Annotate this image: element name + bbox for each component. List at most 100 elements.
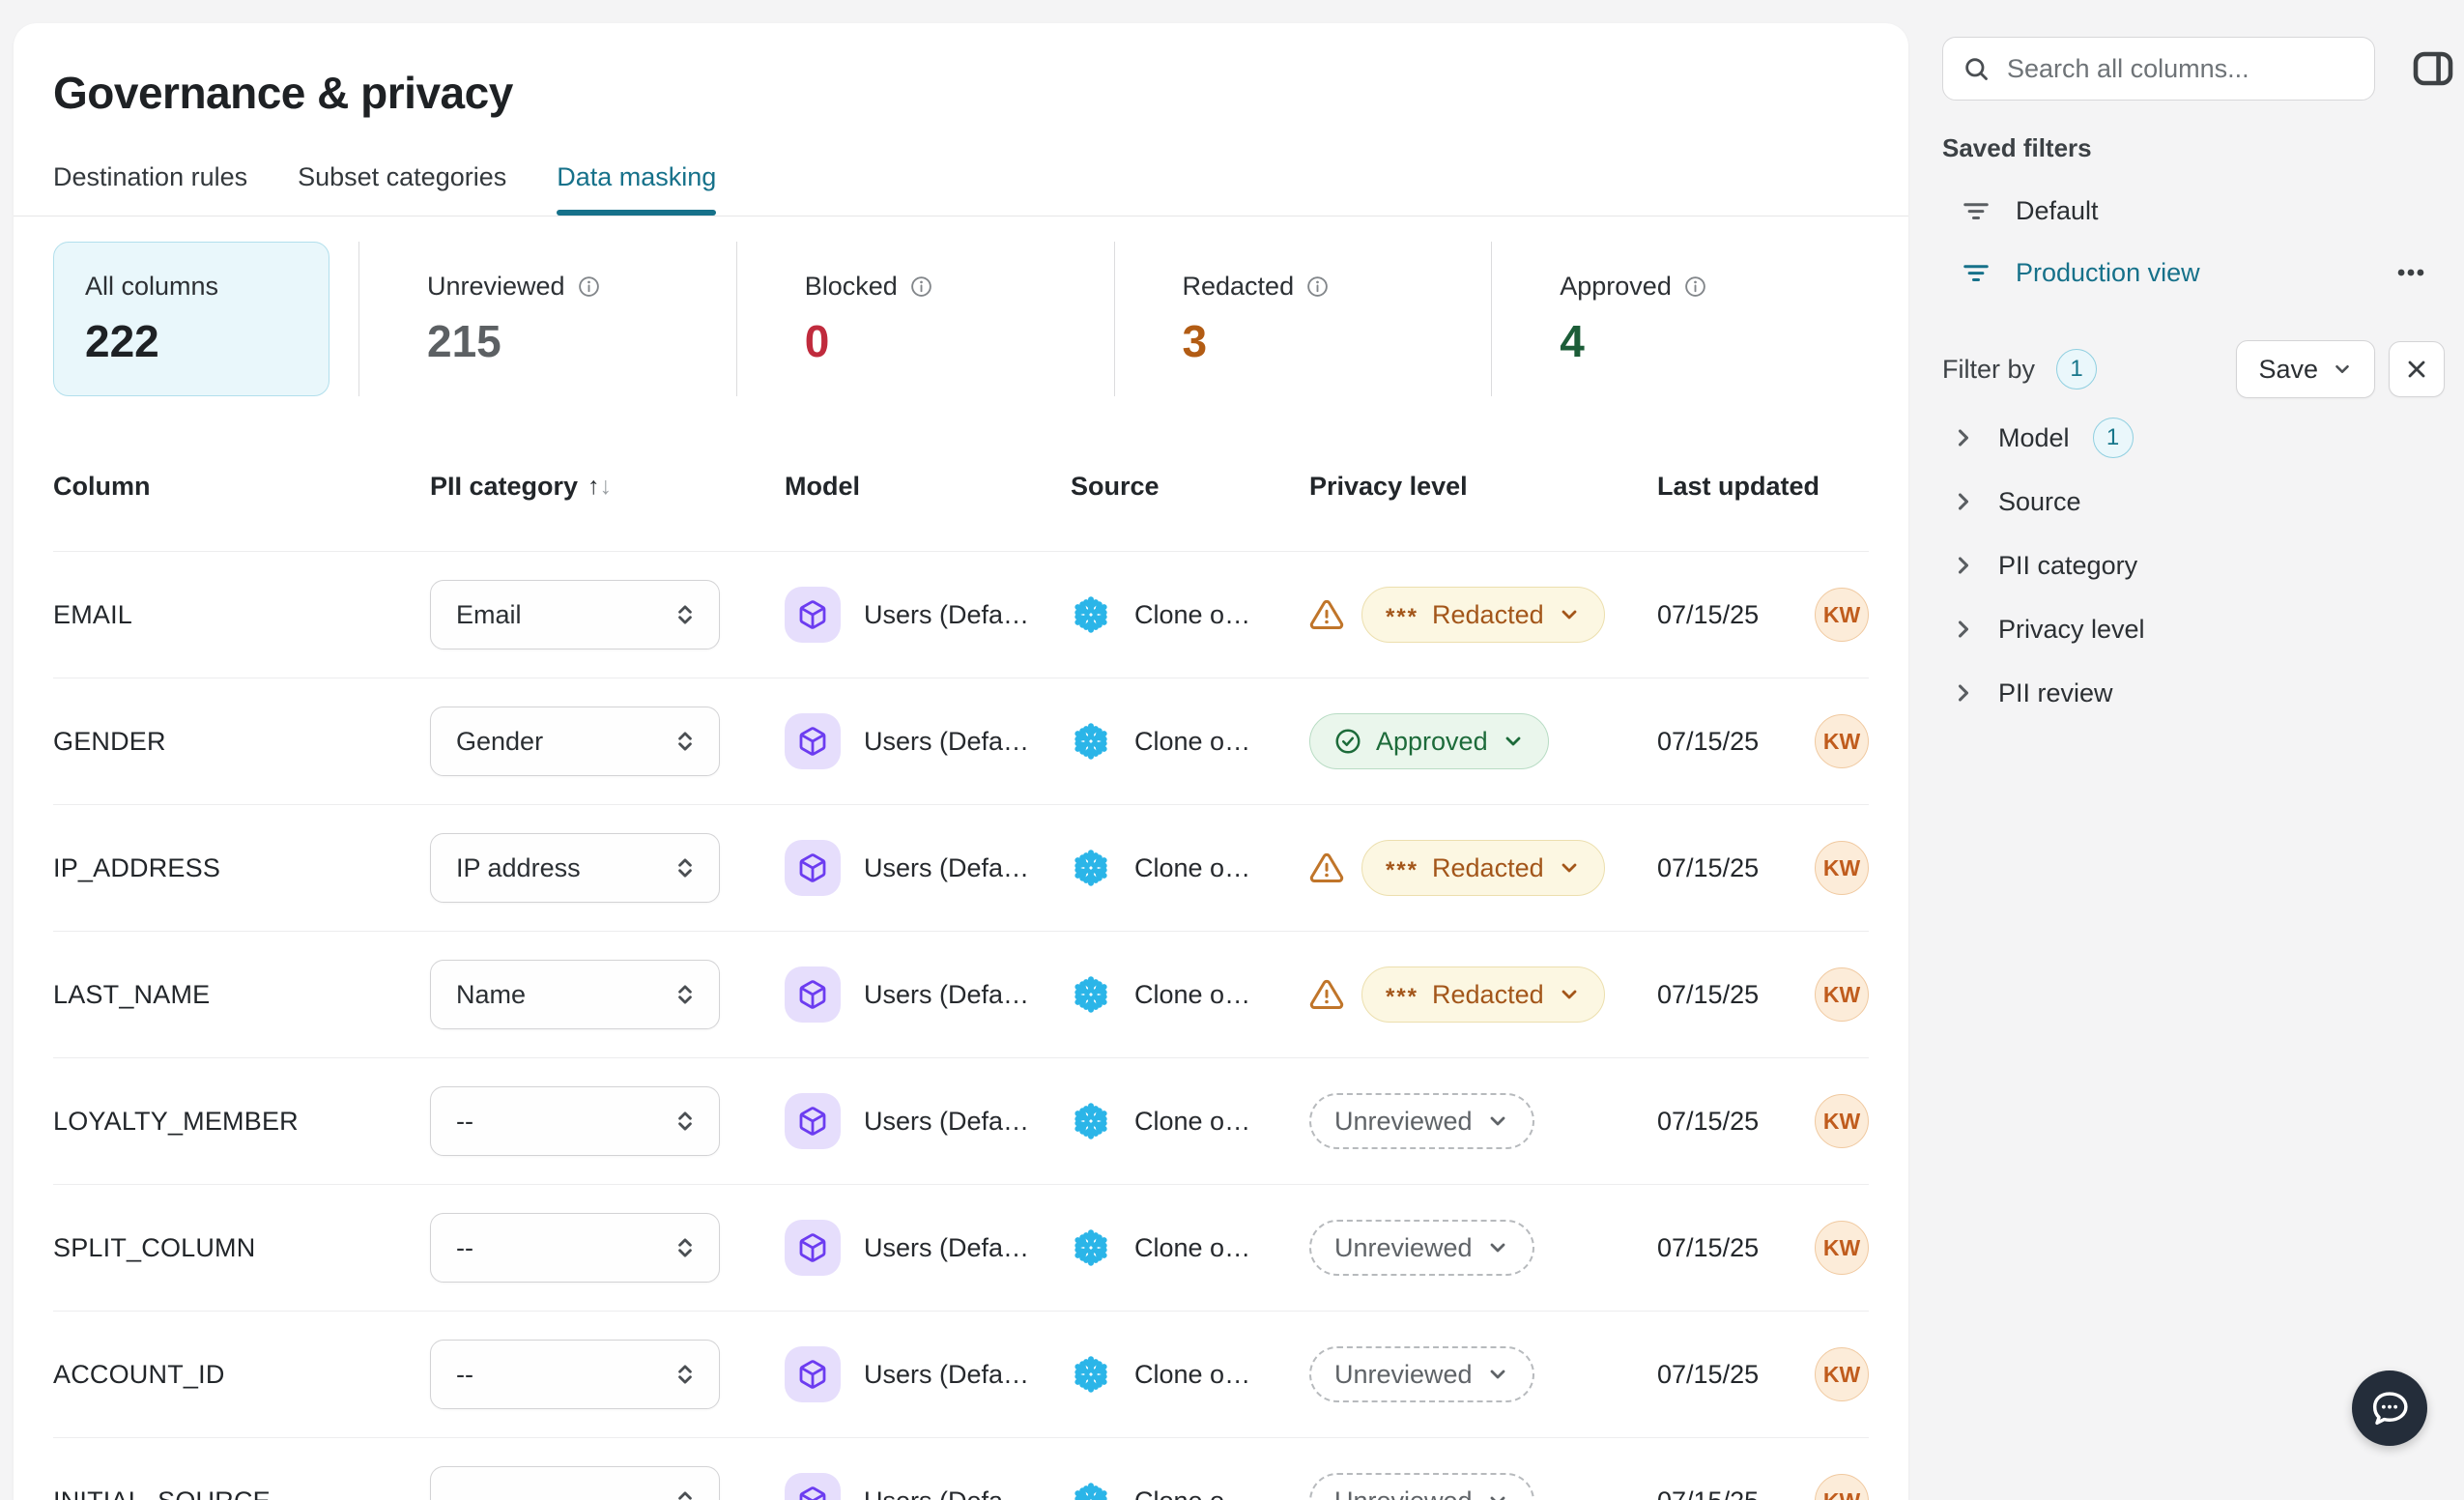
snowflake-icon	[1071, 594, 1111, 635]
chevron-right-icon	[1950, 679, 1977, 707]
column-name: GENDER	[53, 727, 430, 757]
tab-subset-categories[interactable]: Subset categories	[298, 162, 506, 216]
header-model: Model	[785, 472, 1071, 502]
right-sidebar: Saved filters Default Production view Fi…	[1908, 0, 2464, 1481]
privacy-level-badge[interactable]: *** Redacted	[1361, 587, 1605, 643]
table-row: LOYALTY_MEMBER -- Users (Defa… Clone o… …	[53, 1057, 1869, 1184]
pii-category-select[interactable]: --	[430, 1340, 720, 1409]
chevron-right-icon	[1950, 488, 1977, 515]
chevron-down-icon	[1486, 1110, 1509, 1133]
table-row: ACCOUNT_ID -- Users (Defa… Clone o… Unre…	[53, 1311, 1869, 1437]
filter-category-model[interactable]: Model 1	[1908, 406, 2464, 470]
clear-filters-button[interactable]	[2389, 341, 2445, 397]
source-name: Clone o…	[1134, 1486, 1250, 1500]
source-name: Clone o…	[1134, 853, 1250, 883]
select-chevrons-icon	[673, 602, 698, 627]
source-name: Clone o…	[1134, 1360, 1250, 1390]
pii-category-select[interactable]: --	[430, 1086, 720, 1156]
saved-filter-default[interactable]: Default	[1908, 180, 2464, 242]
last-updated-date: 07/15/25	[1657, 600, 1759, 630]
side-panel-icon	[2410, 45, 2456, 92]
warning-icon	[1309, 977, 1344, 1012]
source-name: Clone o…	[1134, 1107, 1250, 1137]
model-name: Users (Defa…	[864, 727, 1029, 757]
filter-category-list: Model 1 Source PII category Privacy leve…	[1908, 406, 2464, 725]
filter-category-privacy-level[interactable]: Privacy level	[1908, 597, 2464, 661]
info-icon[interactable]	[1683, 274, 1707, 299]
model-name: Users (Defa…	[864, 853, 1029, 883]
privacy-level-badge[interactable]: Unreviewed	[1309, 1093, 1534, 1149]
privacy-level-badge[interactable]: Unreviewed	[1309, 1473, 1534, 1500]
pii-category-select[interactable]: --	[430, 1213, 720, 1283]
stat-approved[interactable]: Approved 4	[1491, 242, 1869, 396]
stat-blocked[interactable]: Blocked 0	[736, 242, 1114, 396]
filter-count-badge: 1	[2056, 349, 2097, 389]
table-row: EMAIL Email Users (Defa… Clone o… *** Re…	[53, 551, 1869, 678]
column-name: ACCOUNT_ID	[53, 1360, 430, 1390]
info-icon[interactable]	[1305, 274, 1330, 299]
chevron-right-icon	[1950, 424, 1977, 451]
privacy-level-badge[interactable]: *** Redacted	[1361, 840, 1605, 896]
pii-category-select[interactable]: Email	[430, 580, 720, 649]
model-chip	[785, 1093, 841, 1149]
info-icon[interactable]	[909, 274, 933, 299]
chat-launcher-button[interactable]	[2352, 1370, 2427, 1446]
column-name: LOYALTY_MEMBER	[53, 1107, 430, 1137]
model-cube-icon	[797, 979, 828, 1010]
chevron-down-icon	[1502, 730, 1525, 753]
column-name: INITIAL_SOURCE	[53, 1486, 430, 1500]
source-name: Clone o…	[1134, 727, 1250, 757]
filter-lines-icon	[1962, 196, 1991, 225]
header-pii-category[interactable]: PII category ↑↓	[430, 472, 785, 502]
source-name: Clone o…	[1134, 600, 1250, 630]
pii-category-select[interactable]: IP address	[430, 833, 720, 903]
more-options-icon[interactable]	[2394, 256, 2427, 289]
pii-category-select[interactable]: --	[430, 1466, 720, 1500]
model-cube-icon	[797, 1359, 828, 1390]
pii-category-select[interactable]: Name	[430, 960, 720, 1029]
info-icon[interactable]	[577, 274, 601, 299]
sort-icon[interactable]: ↑↓	[587, 473, 612, 501]
tab-destination-rules[interactable]: Destination rules	[53, 162, 247, 216]
warning-icon	[1309, 597, 1344, 632]
saved-filter-production-view[interactable]: Production view	[1908, 242, 2464, 303]
stat-redacted[interactable]: Redacted 3	[1114, 242, 1492, 396]
last-updated-date: 07/15/25	[1657, 980, 1759, 1010]
table-row: LAST_NAME Name Users (Defa… Clone o… ***…	[53, 931, 1869, 1057]
save-filter-button[interactable]: Save	[2236, 340, 2375, 398]
tab-data-masking[interactable]: Data masking	[557, 162, 716, 216]
chat-bubble-icon	[2367, 1386, 2412, 1430]
filter-lines-icon	[1962, 258, 1991, 287]
search-input[interactable]	[2005, 53, 2355, 85]
search-box[interactable]	[1942, 37, 2375, 101]
saved-filters-label: Saved filters	[1942, 133, 2092, 163]
stat-all-columns[interactable]: All columns 222	[53, 242, 329, 396]
filter-category-source[interactable]: Source	[1908, 470, 2464, 534]
stat-unreviewed[interactable]: Unreviewed 215	[358, 242, 736, 396]
privacy-level-badge[interactable]: Unreviewed	[1309, 1220, 1534, 1276]
chevron-down-icon	[2332, 359, 2353, 380]
privacy-level-badge[interactable]: Unreviewed	[1309, 1346, 1534, 1402]
avatar: KW	[1815, 1221, 1869, 1275]
main-panel: Governance & privacy Destination rulesSu…	[14, 23, 1908, 1500]
filter-category-pii-review[interactable]: PII review	[1908, 661, 2464, 725]
avatar: KW	[1815, 967, 1869, 1022]
chevron-down-icon	[1486, 1363, 1509, 1386]
model-name: Users (Defa…	[864, 600, 1029, 630]
source-name: Clone o…	[1134, 980, 1250, 1010]
privacy-level-badge[interactable]: *** Redacted	[1361, 966, 1605, 1023]
model-chip	[785, 1346, 841, 1402]
model-cube-icon	[797, 1106, 828, 1137]
select-chevrons-icon	[673, 1488, 698, 1500]
chevron-down-icon	[1486, 1236, 1509, 1259]
collapse-panel-button[interactable]	[2407, 43, 2459, 95]
privacy-level-badge[interactable]: Approved	[1309, 713, 1549, 769]
model-chip	[785, 587, 841, 643]
filter-by-label: Filter by	[1942, 355, 2035, 385]
model-cube-icon	[797, 599, 828, 630]
column-name: SPLIT_COLUMN	[53, 1233, 430, 1263]
avatar: KW	[1815, 841, 1869, 895]
pii-category-select[interactable]: Gender	[430, 707, 720, 776]
column-name: LAST_NAME	[53, 980, 430, 1010]
filter-category-pii-category[interactable]: PII category	[1908, 534, 2464, 597]
